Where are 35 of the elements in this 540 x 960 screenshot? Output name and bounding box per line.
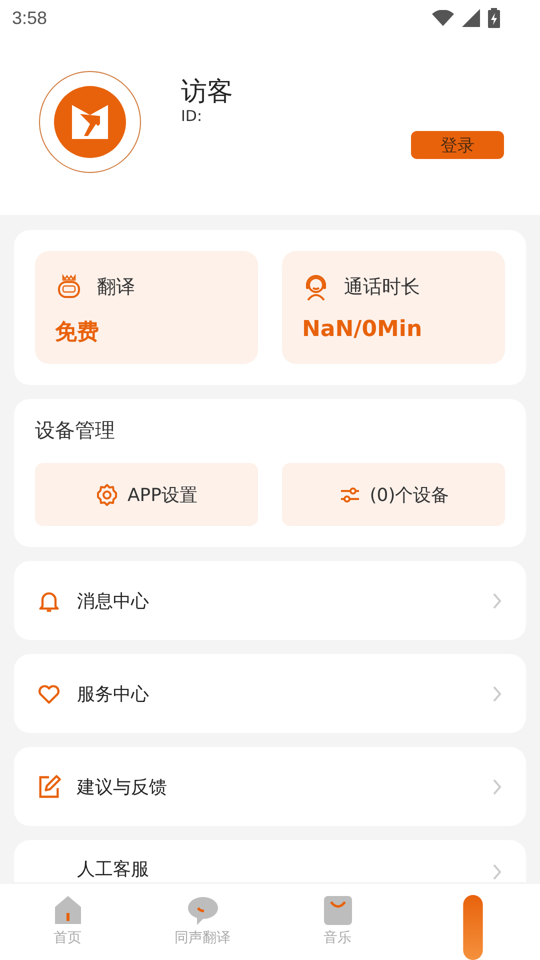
money-bag-icon — [55, 273, 83, 301]
login-button[interactable]: 登录 — [411, 131, 504, 159]
battery-icon — [488, 8, 500, 28]
shopping-bag-icon — [322, 895, 352, 926]
device-button[interactable]: APP设置 — [35, 463, 258, 526]
menu-item[interactable]: 建议与反馈 — [14, 747, 526, 826]
stat-label: 翻译 — [97, 275, 135, 300]
menu-label: 服务中心 — [77, 682, 150, 706]
user-id-label: ID: — [181, 108, 204, 124]
status-time: 3:58 — [12, 8, 48, 28]
settings-icon — [95, 482, 120, 506]
logo-icon — [54, 86, 126, 158]
stat-label: 通话时长 — [344, 275, 420, 300]
home-icon — [52, 895, 82, 926]
stat-tile[interactable]: 翻译 免费 — [35, 251, 258, 364]
wifi-icon — [432, 10, 454, 26]
stat-value: NaN/0Min — [302, 317, 424, 342]
chevron-right-icon — [492, 863, 502, 881]
chevron-right-icon — [492, 592, 502, 610]
user-name: 访客 — [181, 76, 234, 108]
stat-value: 免费 — [55, 319, 100, 347]
signal-icon — [462, 9, 480, 27]
menu-item[interactable]: 消息中心 — [14, 561, 526, 640]
menu-label: 消息中心 — [77, 590, 150, 612]
profile-blob-icon — [462, 895, 484, 960]
menu-item[interactable]: 人工客服 — [14, 840, 526, 882]
stat-tile[interactable]: 通话时长 NaN/0Min — [282, 251, 505, 364]
menu-item[interactable]: 服务中心 — [14, 654, 526, 733]
chevron-right-icon — [492, 778, 502, 796]
menu-label: 建议与反馈 — [77, 776, 168, 798]
chat-bubble-icon — [188, 895, 218, 926]
section-title: 设备管理 — [35, 417, 116, 444]
chevron-right-icon — [492, 684, 502, 702]
device-button[interactable]: (0)个设备 — [282, 463, 505, 526]
menu-label: 人工客服 — [77, 858, 150, 881]
